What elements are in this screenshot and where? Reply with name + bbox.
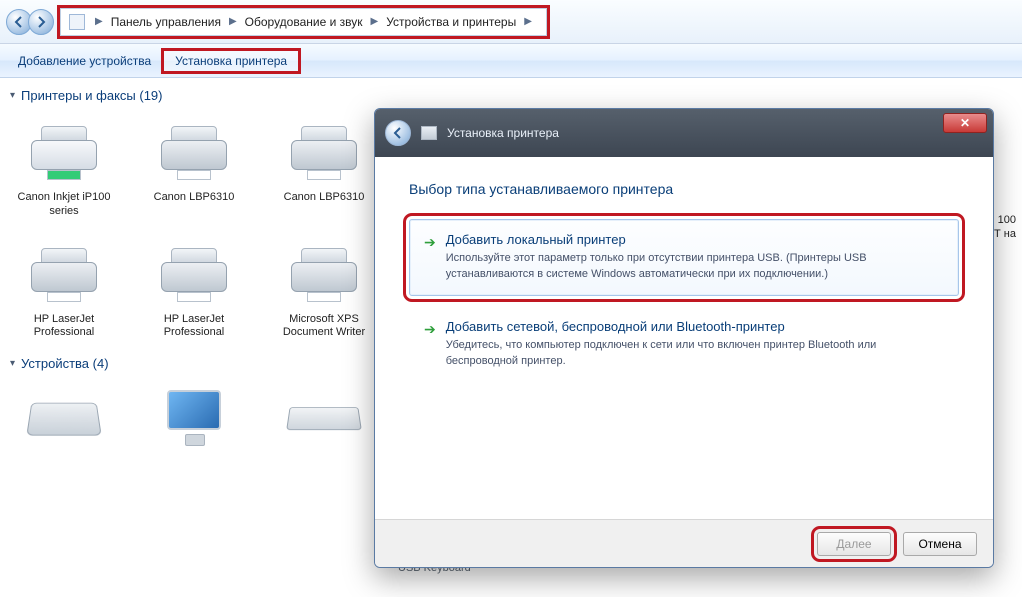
breadcrumb-item[interactable]: Устройства и принтеры <box>384 13 518 31</box>
arrow-right-icon: ➔ <box>424 234 436 283</box>
cancel-button[interactable]: Отмена <box>903 532 977 556</box>
printer-icon <box>161 248 227 296</box>
device-item[interactable] <box>16 381 112 455</box>
printer-icon <box>291 126 357 174</box>
wizard-heading: Выбор типа устанавливаемого принтера <box>409 181 959 197</box>
chevron-right-icon: ▶ <box>89 16 109 27</box>
device-item[interactable] <box>276 381 372 455</box>
printer-icon <box>421 126 437 140</box>
printer-icon <box>31 248 97 296</box>
printer-icon <box>31 126 97 174</box>
add-printer-wizard: Установка принтера ✕ Выбор типа устанавл… <box>374 108 994 568</box>
wizard-footer: Далее Отмена <box>375 519 993 567</box>
arrow-right-icon: ➔ <box>424 321 436 370</box>
printer-item[interactable]: Canon LBP6310 <box>276 113 372 219</box>
printer-label: Canon LBP6310 <box>284 191 365 205</box>
scanner-icon <box>26 403 101 436</box>
nav-forward-button[interactable] <box>28 9 54 35</box>
printer-item[interactable]: HP LaserJet Professional <box>146 235 242 341</box>
section-printers-header[interactable]: ▾ Принтеры и факсы (19) <box>10 88 1012 103</box>
collapse-icon: ▾ <box>10 90 15 101</box>
option-title: Добавить сетевой, беспроводной или Bluet… <box>446 319 944 334</box>
section-title: Принтеры и факсы <box>21 88 136 103</box>
next-button[interactable]: Далее <box>817 532 891 556</box>
wizard-back-button[interactable] <box>385 120 411 146</box>
wizard-titlebar[interactable]: Установка принтера ✕ <box>375 109 993 157</box>
printer-item[interactable]: Canon Inkjet iP100 series <box>16 113 112 219</box>
close-icon: ✕ <box>960 116 970 130</box>
breadcrumb-item[interactable]: Панель управления <box>109 13 223 31</box>
option-network-printer[interactable]: ➔ Добавить сетевой, беспроводной или Blu… <box>409 306 959 383</box>
monitor-icon <box>161 390 227 446</box>
printer-item[interactable]: HP LaserJet Professional <box>16 235 112 341</box>
printer-item[interactable]: Microsoft XPS Document Writer <box>276 235 372 341</box>
option-description: Используйте этот параметр только при отс… <box>446 251 944 283</box>
printer-label: HP LaserJet Professional <box>146 313 242 341</box>
chevron-right-icon: ▶ <box>223 16 243 27</box>
printer-label: HP LaserJet Professional <box>16 313 112 341</box>
add-printer-button[interactable]: Установка принтера <box>163 50 299 72</box>
breadcrumb[interactable]: ▶ Панель управления ▶ Оборудование и зву… <box>60 8 547 36</box>
chevron-right-icon: ▶ <box>518 16 538 27</box>
wizard-title: Установка принтера <box>447 126 559 140</box>
printer-label: Canon LBP6310 <box>154 191 235 205</box>
keyboard-icon <box>286 407 362 430</box>
control-panel-icon <box>69 14 85 30</box>
toolbar: Добавление устройства Установка принтера <box>0 44 1022 78</box>
chevron-right-icon: ▶ <box>365 16 385 27</box>
printer-label: Canon Inkjet iP100 series <box>16 191 112 219</box>
add-device-button[interactable]: Добавление устройства <box>6 50 163 72</box>
device-item[interactable] <box>146 381 242 455</box>
printer-label: Microsoft XPS Document Writer <box>276 313 372 341</box>
printer-icon <box>291 248 357 296</box>
section-count: (19) <box>139 88 162 103</box>
truncated-printer-label: 100Т на <box>994 213 1016 242</box>
option-local-printer[interactable]: ➔ Добавить локальный принтер Используйте… <box>409 219 959 296</box>
collapse-icon: ▾ <box>10 358 15 369</box>
printer-item[interactable]: Canon LBP6310 <box>146 113 242 219</box>
section-title: Устройства <box>21 356 89 371</box>
option-description: Убедитесь, что компьютер подключен к сет… <box>446 338 944 370</box>
close-button[interactable]: ✕ <box>943 113 987 133</box>
breadcrumb-item[interactable]: Оборудование и звук <box>243 13 365 31</box>
option-title: Добавить локальный принтер <box>446 232 944 247</box>
printer-icon <box>161 126 227 174</box>
section-count: (4) <box>93 356 109 371</box>
